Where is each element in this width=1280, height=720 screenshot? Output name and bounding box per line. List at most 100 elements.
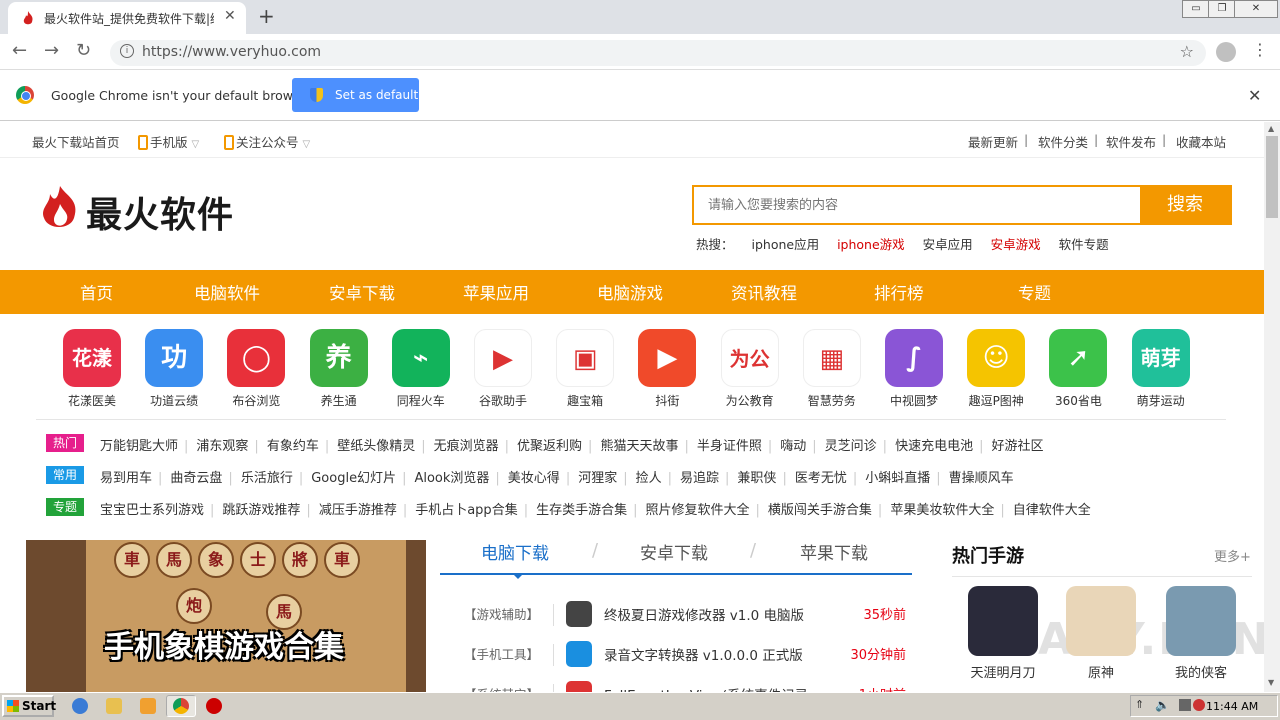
download-row[interactable]: 【游戏辅助】 终极夏日游戏修改器 v1.0 电脑版 35秒前 [440, 601, 912, 644]
hot-search-link[interactable]: 软件专题 [1059, 237, 1109, 252]
software-publish-link[interactable]: 软件发布 [1106, 132, 1156, 151]
game-label[interactable]: 原神 [1056, 662, 1146, 681]
media-player-icon[interactable] [140, 698, 156, 714]
address-bar[interactable]: i https://www.veryhuo.com ☆ [110, 40, 1206, 66]
software-categories-link[interactable]: 软件分类 [1038, 132, 1088, 151]
tab-android-download[interactable]: 安卓下载 [640, 539, 708, 564]
hot-search-link[interactable]: iphone应用 [752, 237, 820, 252]
link-item[interactable]: 小蝌蚪直播 [865, 471, 930, 486]
app-icon[interactable]: ◯ [227, 329, 286, 387]
download-name[interactable]: FullEventLogView(系统事件记录 [604, 684, 808, 692]
app-label[interactable]: 中视圆梦 [869, 392, 959, 409]
link-item[interactable]: Google幻灯片 [311, 471, 396, 486]
link-item[interactable]: 曹操顺风车 [949, 471, 1014, 486]
download-category[interactable]: 【游戏辅助】 [464, 604, 539, 623]
volume-icon[interactable]: 🔈 [1155, 698, 1170, 712]
app-icon[interactable]: 养 [309, 329, 368, 387]
app-label[interactable]: 360省电 [1033, 392, 1123, 409]
tray-expand-icon[interactable]: ⇑ [1135, 698, 1144, 711]
hot-search-link[interactable]: 安卓游戏 [991, 237, 1041, 252]
tab-close-icon[interactable]: ✕ [224, 8, 236, 24]
game-icon[interactable] [968, 586, 1038, 656]
link-item[interactable]: Alook浏览器 [414, 471, 489, 486]
link-item[interactable]: 半身证件照 [697, 439, 762, 454]
network-icon[interactable] [1179, 699, 1191, 711]
follow-wechat-link[interactable]: 关注公众号 ▽ [224, 132, 310, 151]
nav-item-news[interactable]: 资讯教程 [731, 280, 797, 304]
bookmark-site-link[interactable]: 收藏本站 [1176, 132, 1226, 151]
link-item[interactable]: 横版闯关手游合集 [768, 503, 872, 518]
latest-updates-link[interactable]: 最新更新 [968, 132, 1018, 151]
minimize-button[interactable]: ▭ [1182, 0, 1210, 18]
download-category[interactable]: 【手机工具】 [464, 644, 539, 663]
folder-icon[interactable] [106, 698, 122, 714]
link-item[interactable]: 熊猫天天故事 [600, 439, 678, 454]
link-item[interactable]: 快速充电电池 [895, 439, 973, 454]
tab-pc-download[interactable]: 电脑下载 [481, 539, 549, 564]
app-label[interactable]: 养生通 [294, 392, 384, 409]
app-label[interactable]: 为公教育 [705, 392, 795, 409]
app-icon[interactable]: ▦ [802, 329, 861, 387]
stop-icon[interactable] [206, 698, 222, 714]
app-label[interactable]: 智慧劳务 [787, 392, 877, 409]
app-icon[interactable]: 花漾 [63, 329, 121, 387]
download-name[interactable]: 录音文字转换器 v1.0.0.0 正式版 [604, 644, 803, 664]
app-icon[interactable]: ▶ [474, 329, 532, 387]
link-item[interactable]: 曲奇云盘 [170, 471, 222, 486]
game-icon[interactable] [1066, 586, 1136, 656]
app-label[interactable]: 趣宝箱 [540, 392, 630, 409]
app-label[interactable]: 趣逗P图神 [951, 392, 1041, 409]
mobile-version-link[interactable]: 手机版 ▽ [138, 132, 199, 151]
app-label[interactable]: 同程火车 [376, 392, 466, 409]
app-label[interactable]: 抖街 [622, 392, 712, 409]
nav-item-ranking[interactable]: 排行榜 [874, 280, 924, 304]
chess-banner[interactable]: 車 馬 象 士 將 車 炮 馬 手机象棋游戏合集 [26, 540, 426, 692]
scroll-up-arrow-icon[interactable]: ▲ [1268, 124, 1274, 133]
game-icon[interactable] [1166, 586, 1236, 656]
scrollbar-thumb[interactable] [1266, 136, 1278, 218]
download-category[interactable]: 【系统其它】 [464, 684, 539, 692]
link-item[interactable]: 减压手游推荐 [319, 503, 397, 518]
game-label[interactable]: 我的侠客 [1156, 662, 1246, 681]
link-item[interactable]: 有象约车 [267, 439, 319, 454]
profile-avatar-icon[interactable] [1216, 42, 1236, 62]
app-icon[interactable]: 为公 [720, 329, 779, 387]
app-label[interactable]: 布谷浏览 [211, 392, 301, 409]
more-link[interactable]: 更多+ [1214, 546, 1251, 565]
link-item[interactable]: 医考无忧 [795, 471, 847, 486]
nav-item-home[interactable]: 首页 [80, 280, 113, 304]
app-icon[interactable]: ∫ [885, 329, 943, 387]
search-input[interactable] [694, 187, 1142, 223]
link-item[interactable]: 万能钥匙大师 [100, 439, 178, 454]
link-item[interactable]: 美妆心得 [508, 471, 560, 486]
bookmark-star-icon[interactable]: ☆ [1180, 42, 1194, 61]
browser-tab[interactable]: 最火软件站_提供免费软件下载|绿色 ✕ [8, 2, 246, 34]
link-item[interactable]: 优聚返利购 [517, 439, 582, 454]
app-icon[interactable]: ➚ [1049, 329, 1108, 387]
start-button[interactable]: Start [2, 695, 56, 717]
link-item[interactable]: 壁纸头像精灵 [337, 439, 415, 454]
app-label[interactable]: 功道云绩 [129, 392, 219, 409]
new-tab-button[interactable]: + [258, 4, 275, 28]
app-icon[interactable]: 功 [145, 329, 204, 387]
back-arrow-icon[interactable]: ← [12, 40, 27, 61]
forward-arrow-icon[interactable]: → [44, 40, 59, 61]
link-item[interactable]: 自律软件大全 [1013, 503, 1091, 518]
link-item[interactable]: 易到用车 [100, 471, 152, 486]
app-icon[interactable]: ⌁ [391, 329, 450, 387]
search-button[interactable]: 搜索 [1140, 187, 1230, 223]
link-item[interactable]: 乐活旅行 [241, 471, 293, 486]
security-alert-icon[interactable] [1193, 699, 1205, 711]
infobar-close-icon[interactable]: ✕ [1248, 86, 1261, 105]
link-item[interactable]: 无痕浏览器 [434, 439, 499, 454]
download-row[interactable]: 【系统其它】 FullEventLogView(系统事件记录 1小时前 [440, 681, 912, 692]
app-label[interactable]: 花漾医美 [47, 392, 137, 409]
link-item[interactable]: 捡人 [636, 471, 662, 486]
nav-item-apple[interactable]: 苹果应用 [463, 280, 529, 304]
link-item[interactable]: 生存类手游合集 [536, 503, 627, 518]
link-item[interactable]: 跳跃游戏推荐 [222, 503, 300, 518]
ie-icon[interactable] [72, 698, 88, 714]
hot-search-link[interactable]: iphone游戏 [837, 237, 905, 252]
restore-button[interactable]: ❐ [1208, 0, 1236, 18]
link-item[interactable]: 易追踪 [680, 471, 719, 486]
